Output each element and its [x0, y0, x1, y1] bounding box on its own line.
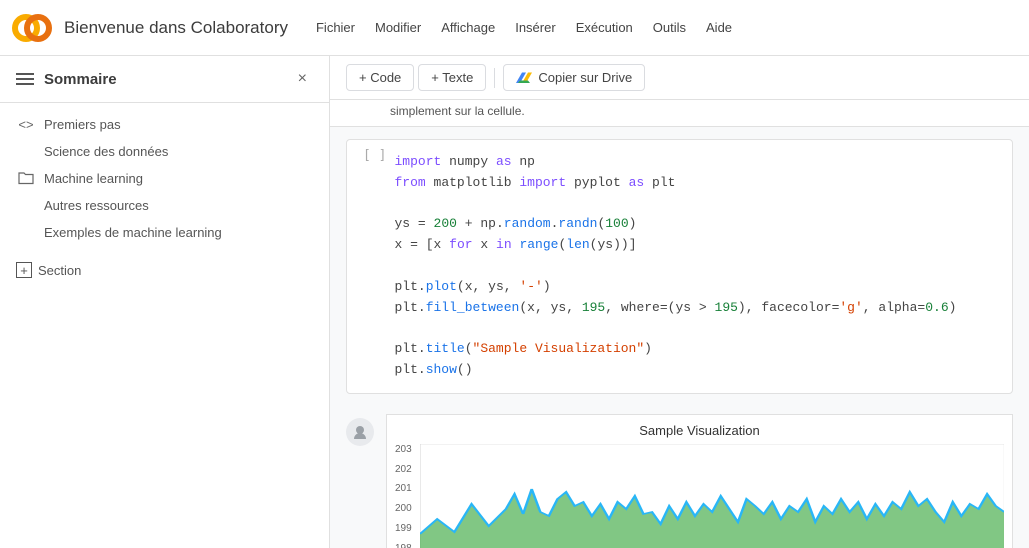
y-axis: 203 202 201 200 199 198 197 [395, 444, 416, 548]
sidebar-header-left: Sommaire [16, 71, 117, 88]
sidebar-item-autres[interactable]: Autres ressources [0, 192, 329, 219]
add-code-button[interactable]: + Code [346, 64, 414, 91]
exemples-icon [8, 223, 44, 225]
chart-title: Sample Visualization [395, 423, 1004, 438]
folder-icon [8, 169, 44, 185]
app-title: Bienvenue dans Colaboratory [64, 18, 288, 38]
menu-bar: Fichier Modifier Affichage Insérer Exécu… [308, 16, 740, 39]
add-section-label: Section [38, 263, 81, 278]
output-avatar [346, 418, 374, 446]
y-label-201: 201 [395, 483, 412, 494]
cell-header: [ ] import numpy as np from matplotlib i… [347, 140, 1012, 393]
sidebar-item-science[interactable]: Science des données [0, 138, 329, 165]
autres-icon [8, 196, 44, 198]
sidebar-item-machine-learning[interactable]: Machine learning [0, 165, 329, 192]
sidebar-item-exemples[interactable]: Exemples de machine learning [0, 219, 329, 246]
sidebar-header: Sommaire × [0, 56, 329, 103]
code-scroll-area[interactable]: simplement sur la cellule. [ ] import nu… [330, 100, 1029, 548]
y-label-199: 199 [395, 523, 412, 534]
copy-to-drive-label: Copier sur Drive [538, 70, 632, 85]
hamburger-icon[interactable] [16, 73, 34, 85]
copy-to-drive-button[interactable]: Copier sur Drive [503, 64, 645, 91]
y-label-198: 198 [395, 543, 412, 548]
toolbar-separator [494, 68, 495, 88]
code-icon: <> [8, 115, 44, 132]
sidebar-label-exemples: Exemples de machine learning [44, 223, 222, 242]
sidebar: Sommaire × <> Premiers pas Science des d… [0, 56, 330, 548]
top-bar: Bienvenue dans Colaboratory Fichier Modi… [0, 0, 1029, 56]
menu-aide[interactable]: Aide [698, 16, 740, 39]
chart-wrapper: 203 202 201 200 199 198 197 [395, 444, 1004, 548]
cell-code: import numpy as np from matplotlib impor… [394, 148, 1004, 385]
menu-execution[interactable]: Exécution [568, 16, 641, 39]
output-area: Sample Visualization 203 202 201 200 199… [330, 406, 1029, 548]
chart-container: Sample Visualization 203 202 201 200 199… [386, 414, 1013, 548]
menu-affichage[interactable]: Affichage [433, 16, 503, 39]
main-area: Sommaire × <> Premiers pas Science des d… [0, 56, 1029, 548]
y-label-202: 202 [395, 464, 412, 475]
sidebar-label-premiers-pas: Premiers pas [44, 115, 121, 134]
menu-inserer[interactable]: Insérer [507, 16, 563, 39]
y-label-203: 203 [395, 444, 412, 455]
add-section-button[interactable]: + Section [0, 254, 329, 286]
content-area: + Code + Texte Copier sur Drive simpleme… [330, 56, 1029, 548]
code-cell[interactable]: [ ] import numpy as np from matplotlib i… [346, 139, 1013, 394]
sidebar-nav: <> Premiers pas Science des données Mach… [0, 103, 329, 294]
drive-icon [516, 71, 532, 85]
chart-svg-wrap [420, 444, 1004, 548]
menu-modifier[interactable]: Modifier [367, 16, 429, 39]
toolbar: + Code + Texte Copier sur Drive [330, 56, 1029, 100]
add-text-button[interactable]: + Texte [418, 64, 486, 91]
chart-svg [420, 444, 1004, 548]
sidebar-label-machine-learning: Machine learning [44, 169, 143, 188]
sidebar-item-premiers-pas[interactable]: <> Premiers pas [0, 111, 329, 138]
add-section-icon: + [16, 262, 32, 278]
science-icon [8, 142, 44, 144]
sidebar-label-autres: Autres ressources [44, 196, 149, 215]
menu-fichier[interactable]: Fichier [308, 16, 363, 39]
close-sidebar-button[interactable]: × [292, 68, 313, 90]
menu-outils[interactable]: Outils [645, 16, 694, 39]
cell-bracket: [ ] [355, 148, 394, 163]
sidebar-label-science: Science des données [44, 142, 168, 161]
colab-logo [12, 8, 52, 48]
scroll-note: simplement sur la cellule. [330, 100, 1029, 127]
y-label-200: 200 [395, 503, 412, 514]
sidebar-title: Sommaire [44, 71, 117, 88]
